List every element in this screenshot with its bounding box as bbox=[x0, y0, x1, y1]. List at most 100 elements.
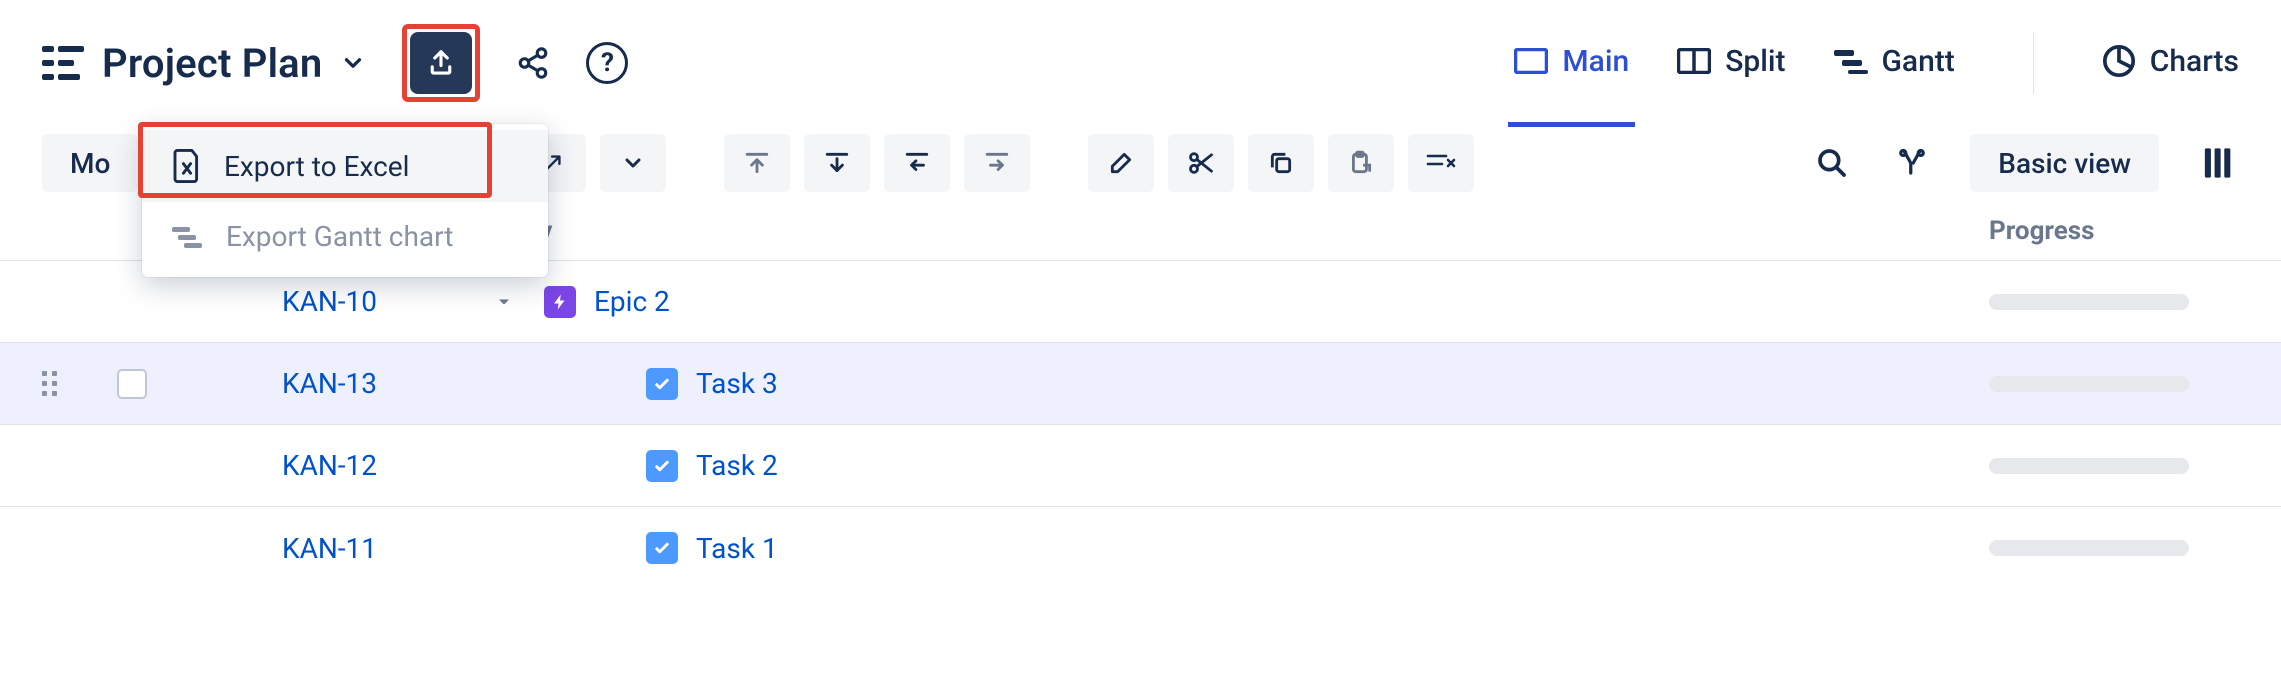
layout-split-icon bbox=[1677, 48, 1711, 74]
progress-bar bbox=[1989, 540, 2189, 556]
chevron-down-icon bbox=[340, 50, 366, 76]
divider bbox=[2033, 32, 2034, 94]
gantt-list-icon bbox=[42, 46, 84, 80]
summary-link[interactable]: Epic 2 bbox=[594, 285, 670, 318]
row-checkbox[interactable] bbox=[117, 369, 147, 399]
copy-button[interactable] bbox=[1248, 134, 1314, 192]
summary-link[interactable]: Task 2 bbox=[696, 449, 778, 482]
summary-cell: Task 3 bbox=[482, 367, 1989, 400]
paste-icon bbox=[1348, 150, 1374, 176]
summary-cell: Task 2 bbox=[482, 449, 1989, 482]
mode-label: Mo bbox=[70, 147, 110, 180]
key-cell: KAN-13 bbox=[282, 367, 482, 400]
copy-icon bbox=[1268, 150, 1294, 176]
filter-button[interactable] bbox=[1890, 141, 1934, 185]
expand-caret[interactable] bbox=[482, 292, 526, 312]
gantt-icon bbox=[1834, 48, 1868, 74]
columns-icon bbox=[2202, 146, 2232, 180]
arrow-right-bar-icon bbox=[984, 150, 1010, 176]
arrow-left-bar-icon bbox=[904, 150, 930, 176]
move-down-button[interactable] bbox=[804, 134, 870, 192]
project-title: Project Plan bbox=[102, 40, 322, 87]
drag-handle[interactable] bbox=[42, 371, 97, 396]
pencil-icon bbox=[1108, 150, 1134, 176]
edit-group bbox=[1088, 134, 1474, 192]
export-gantt-item[interactable]: Export Gantt chart bbox=[142, 202, 548, 271]
upload-icon bbox=[426, 48, 456, 78]
search-button[interactable] bbox=[1810, 141, 1854, 185]
paste-button[interactable] bbox=[1328, 134, 1394, 192]
summary-link[interactable]: Task 1 bbox=[696, 532, 778, 565]
view-tabs: Main Split Gantt bbox=[1514, 32, 2239, 94]
progress-cell bbox=[1989, 458, 2239, 474]
layout-full-icon bbox=[1514, 48, 1548, 74]
header-bar: Project Plan bbox=[0, 0, 2281, 122]
drag-dots-icon bbox=[42, 371, 57, 396]
edit-button[interactable] bbox=[1088, 134, 1154, 192]
arrow-down-bar-icon bbox=[824, 150, 850, 176]
expand-toggle-button[interactable] bbox=[600, 134, 666, 192]
grid-body: KAN-10 Epic 2 KAN-13 bbox=[0, 261, 2281, 589]
tab-label: Split bbox=[1725, 44, 1785, 79]
epic-icon bbox=[544, 286, 576, 318]
project-title-group[interactable]: Project Plan bbox=[42, 40, 366, 87]
progress-bar bbox=[1989, 376, 2189, 392]
column-progress[interactable]: Progress bbox=[1989, 216, 2239, 246]
key-cell: KAN-10 bbox=[282, 285, 482, 318]
issue-key-link[interactable]: KAN-10 bbox=[282, 285, 377, 318]
summary-cell: Task 1 bbox=[482, 532, 1989, 565]
issue-key-link[interactable]: KAN-12 bbox=[282, 449, 377, 482]
export-excel-label: Export to Excel bbox=[224, 150, 409, 183]
tab-label: Main bbox=[1562, 44, 1629, 79]
export-button[interactable] bbox=[410, 32, 472, 94]
tab-gantt[interactable]: Gantt bbox=[1834, 44, 1955, 83]
checkbox-cell bbox=[97, 369, 167, 399]
delete-row-icon bbox=[1426, 150, 1456, 176]
progress-bar bbox=[1989, 458, 2189, 474]
chevron-down-icon bbox=[621, 151, 645, 175]
highlight-frame bbox=[402, 24, 480, 102]
share-icon[interactable] bbox=[516, 46, 550, 80]
indent-button[interactable] bbox=[964, 134, 1030, 192]
table-row[interactable]: KAN-13 Task 3 bbox=[0, 343, 2281, 425]
move-group bbox=[724, 134, 1030, 192]
task-icon bbox=[646, 532, 678, 564]
progress-cell bbox=[1989, 376, 2239, 392]
arrow-up-bar-icon bbox=[744, 150, 770, 176]
table-row[interactable]: KAN-11 Task 1 bbox=[0, 507, 2281, 589]
basic-view-label: Basic view bbox=[1998, 147, 2131, 180]
export-dropdown: Export to Excel Export Gantt chart bbox=[142, 124, 548, 277]
scissors-icon bbox=[1187, 149, 1215, 177]
progress-cell bbox=[1989, 540, 2239, 556]
outdent-button[interactable] bbox=[884, 134, 950, 192]
summary-link[interactable]: Task 3 bbox=[696, 367, 778, 400]
column-summary[interactable]: Summary bbox=[440, 216, 1989, 246]
key-cell: KAN-11 bbox=[282, 532, 482, 565]
tab-charts[interactable]: Charts bbox=[2102, 44, 2239, 83]
summary-cell: Epic 2 bbox=[482, 285, 1989, 318]
tab-label: Gantt bbox=[1882, 44, 1955, 79]
tab-label: Charts bbox=[2150, 44, 2239, 79]
task-icon bbox=[646, 368, 678, 400]
mode-button[interactable]: Mo bbox=[42, 134, 138, 192]
header-actions: ? bbox=[402, 24, 628, 102]
toolbar-right: Basic view bbox=[1810, 134, 2239, 192]
help-button[interactable]: ? bbox=[586, 42, 628, 84]
progress-cell bbox=[1989, 294, 2239, 310]
filter-icon bbox=[1897, 148, 1927, 178]
tab-split[interactable]: Split bbox=[1677, 44, 1785, 83]
help-icon: ? bbox=[586, 42, 628, 84]
task-icon bbox=[646, 450, 678, 482]
gantt-small-icon bbox=[172, 225, 204, 249]
issue-key-link[interactable]: KAN-11 bbox=[282, 532, 377, 565]
move-up-button[interactable] bbox=[724, 134, 790, 192]
cut-button[interactable] bbox=[1168, 134, 1234, 192]
issue-key-link[interactable]: KAN-13 bbox=[282, 367, 377, 400]
delete-button[interactable] bbox=[1408, 134, 1474, 192]
columns-button[interactable] bbox=[2195, 141, 2239, 185]
table-row[interactable]: KAN-12 Task 2 bbox=[0, 425, 2281, 507]
basic-view-button[interactable]: Basic view bbox=[1970, 134, 2159, 192]
key-cell: KAN-12 bbox=[282, 449, 482, 482]
export-excel-item[interactable]: Export to Excel bbox=[142, 130, 548, 202]
tab-main[interactable]: Main bbox=[1514, 44, 1629, 83]
